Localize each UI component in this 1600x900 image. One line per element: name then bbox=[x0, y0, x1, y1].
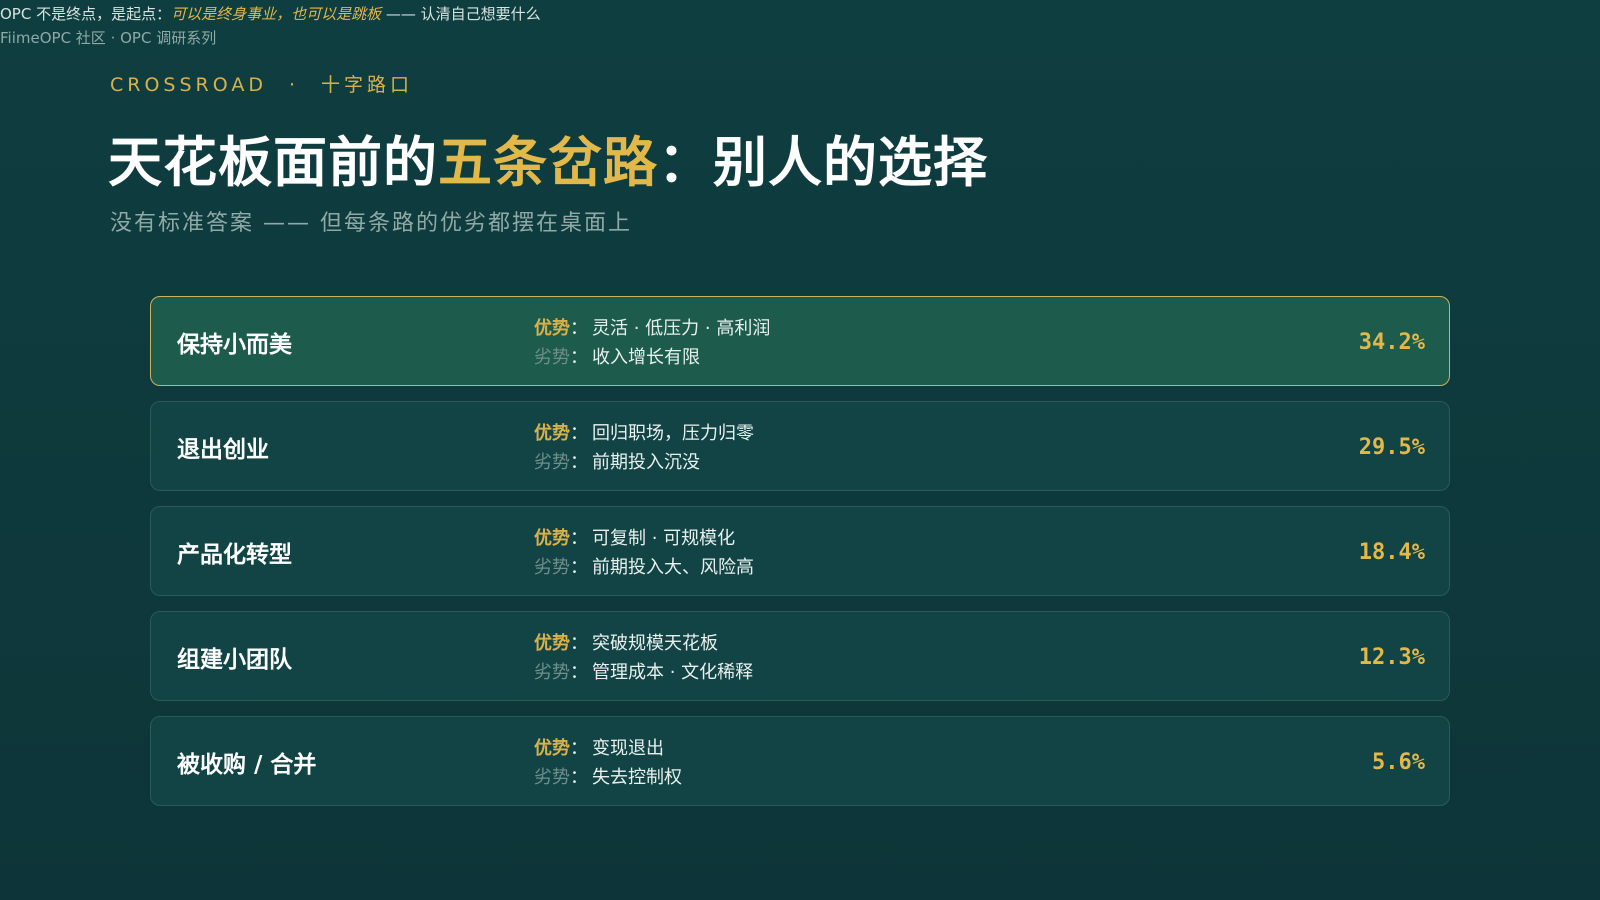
con-label: 劣势 bbox=[534, 347, 570, 368]
pro-text: 回归职场，压力归零 bbox=[592, 423, 754, 444]
page-title: 天花板面前的五条岔路：别人的选择 bbox=[108, 118, 988, 197]
colon: ： bbox=[570, 347, 588, 368]
pro-label: 优势 bbox=[534, 738, 570, 759]
colon: ： bbox=[570, 423, 588, 444]
pro-text: 可复制 · 可规模化 bbox=[592, 528, 736, 549]
con-label: 劣势 bbox=[534, 557, 570, 578]
con-label: 劣势 bbox=[534, 452, 570, 473]
pro-label: 优势 bbox=[534, 423, 570, 444]
pro-label: 优势 bbox=[534, 633, 570, 654]
path-name: 组建小团队 bbox=[177, 647, 292, 673]
title-part2: ：别人的选择 bbox=[658, 131, 988, 194]
colon: ： bbox=[570, 528, 588, 549]
path-percent: 18.4% bbox=[1358, 539, 1425, 565]
pros-cons: 优势： 可复制 · 可规模化 劣势： 前期投入大、风险高 bbox=[534, 524, 754, 582]
top-note-emphasis: 可以是终身事业，也可以是跳板 bbox=[171, 5, 382, 23]
colon: ： bbox=[570, 557, 588, 578]
path-card: 退出创业 优势： 回归职场，压力归零 劣势： 前期投入沉没 29.5% bbox=[150, 401, 1450, 491]
top-note-suffix: —— 认清自己想要什么 bbox=[381, 5, 541, 23]
con-text: 前期投入大、风险高 bbox=[592, 557, 754, 578]
path-name: 被收购 / 合并 bbox=[177, 752, 317, 778]
path-card: 产品化转型 优势： 可复制 · 可规模化 劣势： 前期投入大、风险高 18.4% bbox=[150, 506, 1450, 596]
colon: ： bbox=[570, 318, 588, 339]
con-text: 管理成本 · 文化稀释 bbox=[592, 662, 754, 683]
path-card: 组建小团队 优势： 突破规模天花板 劣势： 管理成本 · 文化稀释 12.3% bbox=[150, 611, 1450, 701]
con-text: 前期投入沉没 bbox=[592, 452, 700, 473]
con-text: 收入增长有限 bbox=[592, 347, 700, 368]
colon: ： bbox=[570, 738, 588, 759]
con-label: 劣势 bbox=[534, 662, 570, 683]
path-card: 保持小而美 优势： 灵活 · 低压力 · 高利润 劣势： 收入增长有限 34.2% bbox=[150, 296, 1450, 386]
eyebrow: CROSSROAD · 十字路口 bbox=[110, 70, 413, 97]
colon: ： bbox=[570, 452, 588, 473]
path-list: 保持小而美 优势： 灵活 · 低压力 · 高利润 劣势： 收入增长有限 34.2% … bbox=[150, 296, 1450, 821]
pro-line: 优势： 变现退出 bbox=[534, 734, 682, 763]
colon: ： bbox=[570, 662, 588, 683]
top-note-prefix: OPC 不是终点，是起点： bbox=[0, 5, 172, 23]
con-line: 劣势： 前期投入沉没 bbox=[534, 448, 754, 477]
colon: ： bbox=[570, 767, 588, 788]
pro-line: 优势： 突破规模天花板 bbox=[534, 629, 753, 658]
top-note: OPC 不是终点，是起点：可以是终身事业，也可以是跳板 —— 认清自己想要什么 bbox=[0, 3, 541, 25]
pros-cons: 优势： 突破规模天花板 劣势： 管理成本 · 文化稀释 bbox=[534, 629, 753, 687]
path-name: 保持小而美 bbox=[177, 332, 292, 358]
path-card: 被收购 / 合并 优势： 变现退出 劣势： 失去控制权 5.6% bbox=[150, 716, 1450, 806]
colon: ： bbox=[570, 633, 588, 654]
eyebrow-dot: · bbox=[289, 74, 300, 96]
slide: OPC 不是终点，是起点：可以是终身事业，也可以是跳板 —— 认清自己想要什么 … bbox=[0, 0, 1600, 900]
page-subtitle: 没有标准答案 —— 但每条路的优劣都摆在桌面上 bbox=[110, 211, 632, 236]
con-line: 劣势： 管理成本 · 文化稀释 bbox=[534, 658, 753, 687]
title-highlight: 五条岔路 bbox=[438, 131, 658, 194]
path-percent: 29.5% bbox=[1358, 434, 1425, 460]
pro-text: 变现退出 bbox=[592, 738, 664, 759]
pro-line: 优势： 回归职场，压力归零 bbox=[534, 419, 754, 448]
path-name: 退出创业 bbox=[177, 437, 269, 463]
pro-line: 优势： 灵活 · 低压力 · 高利润 bbox=[534, 314, 770, 343]
pros-cons: 优势： 灵活 · 低压力 · 高利润 劣势： 收入增长有限 bbox=[534, 314, 770, 372]
eyebrow-left: CROSSROAD bbox=[110, 74, 267, 96]
con-label: 劣势 bbox=[534, 767, 570, 788]
path-percent: 34.2% bbox=[1358, 329, 1425, 355]
con-line: 劣势： 收入增长有限 bbox=[534, 343, 770, 372]
pro-line: 优势： 可复制 · 可规模化 bbox=[534, 524, 754, 553]
pro-label: 优势 bbox=[534, 528, 570, 549]
pros-cons: 优势： 回归职场，压力归零 劣势： 前期投入沉没 bbox=[534, 419, 754, 477]
source-note: FiimeOPC 社区 · OPC 调研系列 bbox=[0, 29, 217, 47]
pro-text: 灵活 · 低压力 · 高利润 bbox=[592, 318, 771, 339]
pro-label: 优势 bbox=[534, 318, 570, 339]
con-line: 劣势： 前期投入大、风险高 bbox=[534, 553, 754, 582]
path-name: 产品化转型 bbox=[177, 542, 292, 568]
title-part1: 天花板面前的 bbox=[108, 131, 438, 194]
path-percent: 5.6% bbox=[1372, 749, 1425, 775]
path-percent: 12.3% bbox=[1358, 644, 1425, 670]
pro-text: 突破规模天花板 bbox=[592, 633, 718, 654]
con-line: 劣势： 失去控制权 bbox=[534, 763, 682, 792]
con-text: 失去控制权 bbox=[592, 767, 682, 788]
pros-cons: 优势： 变现退出 劣势： 失去控制权 bbox=[534, 734, 682, 792]
eyebrow-right: 十字路口 bbox=[321, 74, 414, 96]
